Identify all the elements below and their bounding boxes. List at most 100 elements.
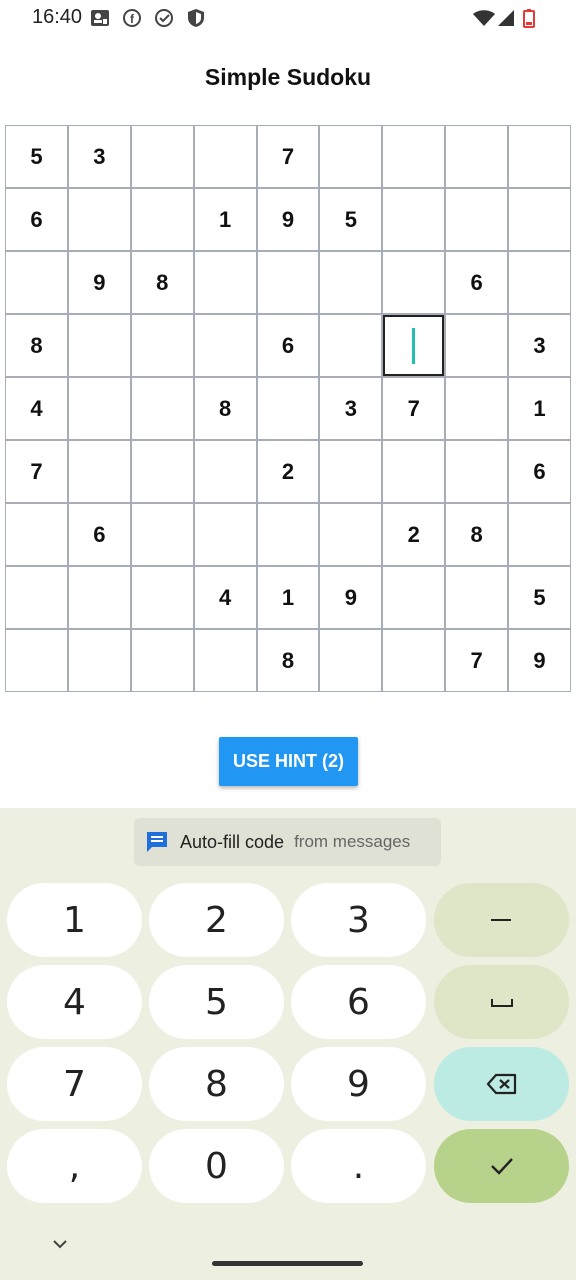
sudoku-cell[interactable] bbox=[131, 441, 193, 502]
sudoku-cell[interactable]: 9 bbox=[257, 189, 319, 250]
sudoku-cell[interactable]: 8 bbox=[6, 315, 67, 376]
sudoku-cell[interactable] bbox=[320, 252, 382, 313]
sudoku-cell[interactable]: 1 bbox=[194, 189, 256, 250]
autofill-suggestion[interactable]: Auto-fill code from messages bbox=[134, 818, 441, 866]
sudoku-cell[interactable] bbox=[509, 252, 570, 313]
sudoku-cell[interactable] bbox=[446, 189, 508, 250]
sudoku-cell[interactable] bbox=[131, 126, 193, 187]
sudoku-cell[interactable]: 6 bbox=[509, 441, 570, 502]
sudoku-cell[interactable] bbox=[68, 315, 130, 376]
key-space[interactable] bbox=[434, 965, 569, 1039]
key-minus[interactable] bbox=[434, 883, 569, 957]
sudoku-cell[interactable] bbox=[68, 378, 130, 439]
key-2[interactable]: 2 bbox=[149, 883, 284, 957]
sudoku-cell[interactable] bbox=[320, 126, 382, 187]
key-done[interactable] bbox=[434, 1129, 569, 1203]
sudoku-cell[interactable] bbox=[320, 630, 382, 691]
sudoku-cell[interactable]: 6 bbox=[257, 315, 319, 376]
sudoku-cell[interactable]: 9 bbox=[320, 567, 382, 628]
sudoku-cell[interactable] bbox=[194, 252, 256, 313]
sudoku-cell[interactable] bbox=[6, 252, 67, 313]
key-backspace[interactable] bbox=[434, 1047, 569, 1121]
sudoku-cell[interactable]: 8 bbox=[257, 630, 319, 691]
sudoku-cell[interactable] bbox=[383, 189, 445, 250]
key-6[interactable]: 6 bbox=[291, 965, 426, 1039]
sudoku-cell[interactable] bbox=[68, 567, 130, 628]
sudoku-cell[interactable] bbox=[509, 126, 570, 187]
sudoku-cell[interactable] bbox=[320, 504, 382, 565]
sudoku-cell[interactable]: 3 bbox=[68, 126, 130, 187]
sudoku-cell[interactable]: 5 bbox=[320, 189, 382, 250]
sudoku-cell[interactable] bbox=[194, 441, 256, 502]
key-4[interactable]: 4 bbox=[7, 965, 142, 1039]
sudoku-cell[interactable] bbox=[194, 126, 256, 187]
key-0[interactable]: 0 bbox=[149, 1129, 284, 1203]
sudoku-cell[interactable] bbox=[194, 504, 256, 565]
sudoku-cell[interactable]: 8 bbox=[446, 504, 508, 565]
sudoku-cell[interactable] bbox=[320, 315, 382, 376]
gesture-nav-bar[interactable] bbox=[212, 1261, 363, 1266]
sudoku-cell[interactable] bbox=[6, 630, 67, 691]
sudoku-cell[interactable]: 1 bbox=[257, 567, 319, 628]
sudoku-cell[interactable] bbox=[131, 189, 193, 250]
sudoku-cell[interactable] bbox=[68, 630, 130, 691]
sudoku-cell[interactable] bbox=[68, 189, 130, 250]
sudoku-cell[interactable] bbox=[509, 189, 570, 250]
use-hint-button[interactable]: USE HINT (2) bbox=[219, 737, 358, 786]
key-5[interactable]: 5 bbox=[149, 965, 284, 1039]
sudoku-cell[interactable] bbox=[383, 252, 445, 313]
sudoku-cell[interactable] bbox=[257, 252, 319, 313]
sudoku-cell[interactable] bbox=[257, 504, 319, 565]
sudoku-cell[interactable]: 2 bbox=[383, 504, 445, 565]
key-7[interactable]: 7 bbox=[7, 1047, 142, 1121]
key-period[interactable]: . bbox=[291, 1129, 426, 1203]
sudoku-cell[interactable]: 9 bbox=[68, 252, 130, 313]
sudoku-cell[interactable] bbox=[194, 315, 256, 376]
sudoku-cell[interactable] bbox=[446, 315, 508, 376]
sudoku-cell[interactable]: 7 bbox=[383, 378, 445, 439]
sudoku-cell[interactable]: 6 bbox=[68, 504, 130, 565]
sudoku-cell[interactable] bbox=[509, 504, 570, 565]
sudoku-cell[interactable] bbox=[383, 567, 445, 628]
key-1[interactable]: 1 bbox=[7, 883, 142, 957]
sudoku-cell[interactable]: 5 bbox=[509, 567, 570, 628]
key-comma[interactable]: , bbox=[7, 1129, 142, 1203]
sudoku-cell[interactable]: 6 bbox=[446, 252, 508, 313]
sudoku-cell[interactable]: 3 bbox=[509, 315, 570, 376]
sudoku-cell[interactable]: 8 bbox=[194, 378, 256, 439]
sudoku-cell[interactable]: 9 bbox=[509, 630, 570, 691]
sudoku-cell[interactable] bbox=[68, 441, 130, 502]
sudoku-cell[interactable]: 5 bbox=[6, 126, 67, 187]
sudoku-cell[interactable] bbox=[131, 504, 193, 565]
sudoku-cell[interactable]: 8 bbox=[131, 252, 193, 313]
sudoku-cell[interactable]: 7 bbox=[6, 441, 67, 502]
sudoku-cell[interactable] bbox=[131, 630, 193, 691]
sudoku-cell[interactable] bbox=[131, 567, 193, 628]
sudoku-cell[interactable]: 4 bbox=[6, 378, 67, 439]
sudoku-cell[interactable] bbox=[383, 126, 445, 187]
sudoku-cell[interactable] bbox=[446, 567, 508, 628]
sudoku-cell[interactable] bbox=[446, 126, 508, 187]
key-8[interactable]: 8 bbox=[149, 1047, 284, 1121]
sudoku-cell[interactable] bbox=[257, 378, 319, 439]
sudoku-cell[interactable] bbox=[194, 630, 256, 691]
sudoku-cell[interactable] bbox=[383, 315, 445, 376]
sudoku-cell[interactable]: 1 bbox=[509, 378, 570, 439]
sudoku-cell[interactable] bbox=[446, 441, 508, 502]
sudoku-cell[interactable] bbox=[383, 630, 445, 691]
sudoku-cell[interactable]: 2 bbox=[257, 441, 319, 502]
sudoku-cell[interactable]: 3 bbox=[320, 378, 382, 439]
sudoku-cell[interactable] bbox=[383, 441, 445, 502]
sudoku-cell[interactable]: 7 bbox=[257, 126, 319, 187]
key-3[interactable]: 3 bbox=[291, 883, 426, 957]
sudoku-cell[interactable] bbox=[446, 378, 508, 439]
sudoku-cell[interactable] bbox=[6, 567, 67, 628]
sudoku-cell[interactable]: 4 bbox=[194, 567, 256, 628]
sudoku-cell[interactable] bbox=[320, 441, 382, 502]
sudoku-cell[interactable]: 6 bbox=[6, 189, 67, 250]
sudoku-cell[interactable] bbox=[131, 378, 193, 439]
sudoku-cell[interactable] bbox=[6, 504, 67, 565]
key-9[interactable]: 9 bbox=[291, 1047, 426, 1121]
sudoku-cell[interactable] bbox=[131, 315, 193, 376]
chevron-down-icon[interactable] bbox=[50, 1236, 70, 1252]
